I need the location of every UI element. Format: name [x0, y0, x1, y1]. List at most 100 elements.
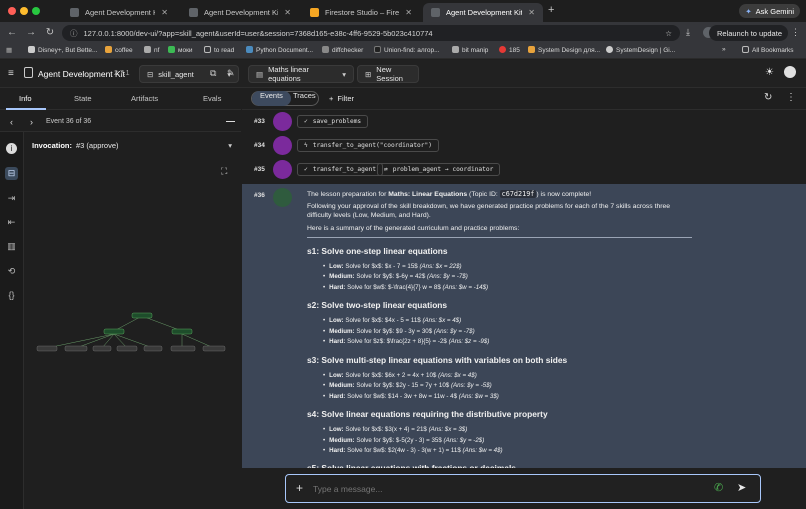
bookmark-item[interactable]: моки	[168, 46, 193, 57]
event-row[interactable]: #35 ✓ transfer_to_agent ⇄ problem_agent …	[242, 158, 806, 182]
bookmark-item[interactable]: coffee	[105, 46, 133, 57]
tab-info[interactable]: Info	[19, 94, 32, 103]
more-bookmarks-icon[interactable]: »	[722, 46, 726, 57]
all-bookmarks-button[interactable]: All Bookmarks	[742, 46, 794, 57]
bookmark-item[interactable]: to read	[204, 46, 234, 57]
bookmark-star-icon[interactable]: ☆	[665, 29, 672, 38]
bookmark-item[interactable]: Disney+, But Bette...	[28, 46, 97, 57]
session-selector[interactable]: ▤ Maths linear equations ▾	[248, 65, 354, 83]
download-icon[interactable]: ⤓	[686, 27, 690, 38]
bookmark-item[interactable]: SystemDesign | Gi...	[606, 46, 675, 57]
phone-icon[interactable]: ✆	[714, 481, 723, 494]
message-input[interactable]	[313, 482, 693, 496]
bookmark-favicon-icon	[528, 46, 535, 53]
response-icon[interactable]: ⇤	[5, 216, 18, 229]
fullscreen-icon[interactable]: ⛶	[221, 166, 227, 177]
agent-graph	[36, 312, 226, 352]
graph-node-tool[interactable]	[170, 345, 196, 352]
bookmark-item[interactable]: 185	[499, 46, 520, 57]
bookmark-item[interactable]: diffchecker	[322, 46, 363, 57]
browser-tab[interactable]: Agent Development Kit Dev UI ✕	[181, 3, 299, 22]
ask-gemini-button[interactable]: ✦ Ask Gemini	[739, 4, 800, 18]
graph-node[interactable]	[103, 328, 125, 335]
graph-node-tool[interactable]	[143, 345, 163, 352]
graph-node-tool[interactable]	[202, 345, 226, 352]
bookmark-item[interactable]: Union-find: алгор...	[374, 46, 440, 57]
browser-tab-active[interactable]: Agent Development Kit Dev UI ✕	[423, 3, 543, 22]
event-row[interactable]: #33 ✓ save_problems	[242, 110, 806, 134]
new-tab-button[interactable]: +	[548, 4, 554, 16]
difficulty-label: Hard:	[329, 338, 346, 346]
invocation-select[interactable]: #3 (approve) ▾	[76, 138, 232, 152]
add-box-icon: ⊞	[365, 69, 372, 79]
tab-state[interactable]: State	[74, 94, 92, 103]
function-response-chip[interactable]: ✓ transfer_to_agent	[297, 163, 384, 176]
graph-node-tool[interactable]	[116, 345, 138, 352]
tab-close-icon[interactable]: ✕	[405, 8, 412, 17]
minimize-window-dot[interactable]	[20, 7, 28, 15]
graph-view-icon[interactable]: ⧉	[210, 68, 216, 79]
close-window-dot[interactable]	[8, 7, 16, 15]
relaunch-to-update-button[interactable]: Relaunch to update	[708, 25, 788, 41]
collapse-panel-icon[interactable]	[226, 121, 235, 122]
graph-icon[interactable]: ⊟	[5, 167, 18, 180]
bookmark-item[interactable]: Python Document...	[246, 46, 313, 57]
filter-button[interactable]: + Filter	[329, 92, 354, 105]
back-arrow-icon[interactable]: ←	[5, 26, 19, 40]
tab-traces[interactable]: Traces	[285, 91, 324, 106]
metrics-icon[interactable]: ▥	[5, 240, 18, 253]
next-event-icon[interactable]: ›	[30, 117, 33, 127]
bookmark-item[interactable]: bit manip	[452, 46, 488, 57]
code-icon[interactable]: {}	[5, 289, 18, 302]
chevron-down-icon: ▾	[228, 140, 232, 150]
graph-node[interactable]	[171, 328, 193, 335]
difficulty-label: Hard:	[329, 447, 346, 455]
sync-icon[interactable]: ⟲	[5, 265, 18, 278]
problem-text: Solve for $y$: $9 - 3y = 30$	[356, 327, 433, 335]
refresh-icon[interactable]: ↻	[764, 92, 772, 103]
forward-arrow-icon[interactable]: →	[24, 26, 38, 40]
tab-close-icon[interactable]: ✕	[161, 8, 168, 17]
problem-answer: (Ans: $y = -7$)	[433, 327, 475, 335]
graph-node-tool[interactable]	[64, 345, 88, 352]
bookmark-item[interactable]: System Design для...	[528, 46, 600, 57]
account-avatar[interactable]	[784, 66, 796, 78]
edit-icon[interactable]: ✎	[227, 68, 235, 79]
more-options-icon[interactable]: ⋮	[786, 92, 796, 103]
attach-plus-icon[interactable]: +	[296, 481, 303, 495]
graph-node-tool[interactable]	[92, 345, 112, 352]
hamburger-menu-icon[interactable]: ≡	[8, 68, 14, 79]
function-call-chip[interactable]: ϟ transfer_to_agent("coordinator")	[297, 139, 439, 152]
bolt-icon: ϟ	[304, 142, 308, 149]
tab-artifacts[interactable]: Artifacts	[131, 94, 158, 103]
request-icon[interactable]: ⇥	[5, 192, 18, 205]
send-icon[interactable]: ➤	[737, 481, 746, 494]
tab-close-icon[interactable]: ✕	[528, 8, 535, 17]
browser-tab[interactable]: Agent Development Kit Dev UI ✕	[62, 3, 176, 22]
browser-menu-icon[interactable]: ⋮	[791, 27, 800, 38]
agent-transfer-chip[interactable]: ⇄ problem_agent → coordinator	[377, 163, 501, 176]
address-bar[interactable]: ⓘ 127.0.0.1:8000/dev-ui/?app=skill_agent…	[62, 25, 680, 41]
function-response-chip[interactable]: ✓ save_problems	[297, 115, 369, 128]
agent-selector[interactable]: ⊟ skill_agent ▾	[139, 65, 239, 83]
problem-answer: (Ans: $z = -9$)	[448, 338, 490, 346]
site-info-icon[interactable]: ⓘ	[70, 28, 78, 39]
event-row[interactable]: #34 ϟ transfer_to_agent("coordinator")	[242, 134, 806, 158]
zoom-window-dot[interactable]	[32, 7, 40, 15]
graph-node-root[interactable]	[131, 312, 153, 319]
reload-icon[interactable]: ↻	[43, 26, 57, 40]
apps-grid-icon[interactable]: ▦	[6, 46, 12, 57]
tab-evals[interactable]: Evals	[203, 94, 221, 103]
bookmark-favicon-icon	[322, 46, 329, 53]
message-input-box[interactable]: + ✆ ➤	[285, 474, 761, 503]
theme-toggle-icon[interactable]: ☀	[765, 67, 774, 78]
difficulty-label: Hard:	[329, 283, 346, 291]
previous-event-icon[interactable]: ‹	[10, 117, 13, 127]
tab-close-icon[interactable]: ✕	[284, 8, 291, 17]
event-row-selected[interactable]: #36 The lesson preparation for Maths: Li…	[242, 184, 806, 468]
browser-tab[interactable]: Firestore Studio – Firestore – ✕	[302, 3, 420, 22]
bookmark-item[interactable]: nf	[144, 46, 159, 57]
new-session-button[interactable]: ⊞ New Session	[357, 65, 419, 83]
info-icon[interactable]: i	[6, 143, 17, 154]
graph-node-tool[interactable]	[36, 345, 58, 352]
